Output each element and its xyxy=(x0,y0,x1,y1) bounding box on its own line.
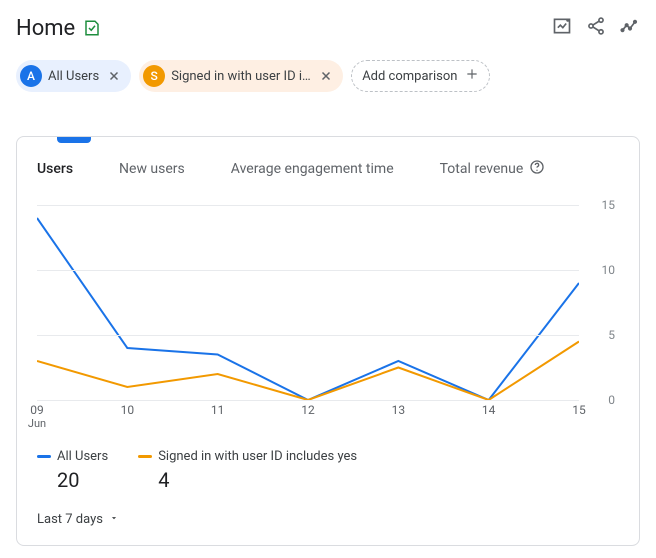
chips-row: A All Users S Signed in with user ID in…… xyxy=(16,60,640,92)
legend-value: 4 xyxy=(158,468,357,492)
tab-avg-engagement[interactable]: Average engagement time xyxy=(231,161,394,177)
add-comparison-label: Add comparison xyxy=(362,69,457,84)
legend-name: Signed in with user ID includes yes xyxy=(158,449,357,464)
chevron-down-icon xyxy=(109,512,119,527)
help-icon[interactable] xyxy=(529,159,545,179)
page-title: Home xyxy=(16,16,75,41)
header: Home xyxy=(16,8,640,48)
x-tick-label: 13 xyxy=(392,403,406,417)
chip-avatar: A xyxy=(20,65,42,87)
chip-avatar: S xyxy=(143,65,165,87)
date-range-selector[interactable]: Last 7 days xyxy=(37,512,119,527)
tab-label: Total revenue xyxy=(440,161,524,177)
x-tick-label: 12 xyxy=(301,403,315,417)
chip-signed-in[interactable]: S Signed in with user ID in… xyxy=(139,60,343,92)
series-line xyxy=(37,342,579,401)
chart-x-axis: 09Jun101112131415 xyxy=(37,403,579,435)
chip-label: Signed in with user ID in… xyxy=(171,69,311,84)
header-left: Home xyxy=(16,16,101,41)
tab-total-revenue[interactable]: Total revenue xyxy=(440,159,546,179)
chip-all-users[interactable]: A All Users xyxy=(16,60,131,92)
header-actions xyxy=(552,16,640,40)
y-tick-label: 15 xyxy=(602,198,616,212)
legend-swatch xyxy=(37,455,51,458)
date-range-label: Last 7 days xyxy=(37,512,103,527)
chart-legend: All Users 20 Signed in with user ID incl… xyxy=(37,449,619,492)
plus-icon xyxy=(465,67,479,85)
tab-users[interactable]: Users xyxy=(37,161,73,177)
add-comparison-button[interactable]: Add comparison xyxy=(351,60,490,92)
tab-new-users[interactable]: New users xyxy=(119,161,185,177)
chart-plot xyxy=(37,205,579,400)
legend-swatch xyxy=(138,455,152,458)
metric-tabs: Users New users Average engagement time … xyxy=(37,143,619,195)
x-tick-label: 15 xyxy=(572,403,586,417)
chart-y-axis: 051015 xyxy=(583,205,619,400)
active-tab-indicator xyxy=(57,137,91,143)
page: Home A All Users S Signe xyxy=(0,0,656,554)
legend-item-all-users: All Users 20 xyxy=(37,449,108,492)
y-tick-label: 5 xyxy=(608,328,615,342)
trend-icon[interactable] xyxy=(620,16,640,40)
x-tick-label: 11 xyxy=(211,403,225,417)
report-card: Users New users Average engagement time … xyxy=(16,136,640,546)
share-icon[interactable] xyxy=(586,16,606,40)
close-icon[interactable] xyxy=(105,67,123,85)
insights-icon[interactable] xyxy=(552,16,572,40)
y-tick-label: 10 xyxy=(602,263,616,277)
y-tick-label: 0 xyxy=(608,393,615,407)
close-icon[interactable] xyxy=(317,67,335,85)
chip-label: All Users xyxy=(48,69,99,84)
x-tick-label: 09Jun xyxy=(28,403,46,430)
chart-area: 051015 09Jun101112131415 xyxy=(37,205,619,435)
x-tick-label: 10 xyxy=(121,403,135,417)
legend-item-signed-in: Signed in with user ID includes yes 4 xyxy=(138,449,357,492)
legend-value: 20 xyxy=(57,468,108,492)
series-line xyxy=(37,218,579,400)
x-tick-label: 14 xyxy=(482,403,496,417)
chart-lines xyxy=(37,205,579,400)
verified-badge-icon xyxy=(83,19,101,37)
legend-name: All Users xyxy=(57,449,108,464)
